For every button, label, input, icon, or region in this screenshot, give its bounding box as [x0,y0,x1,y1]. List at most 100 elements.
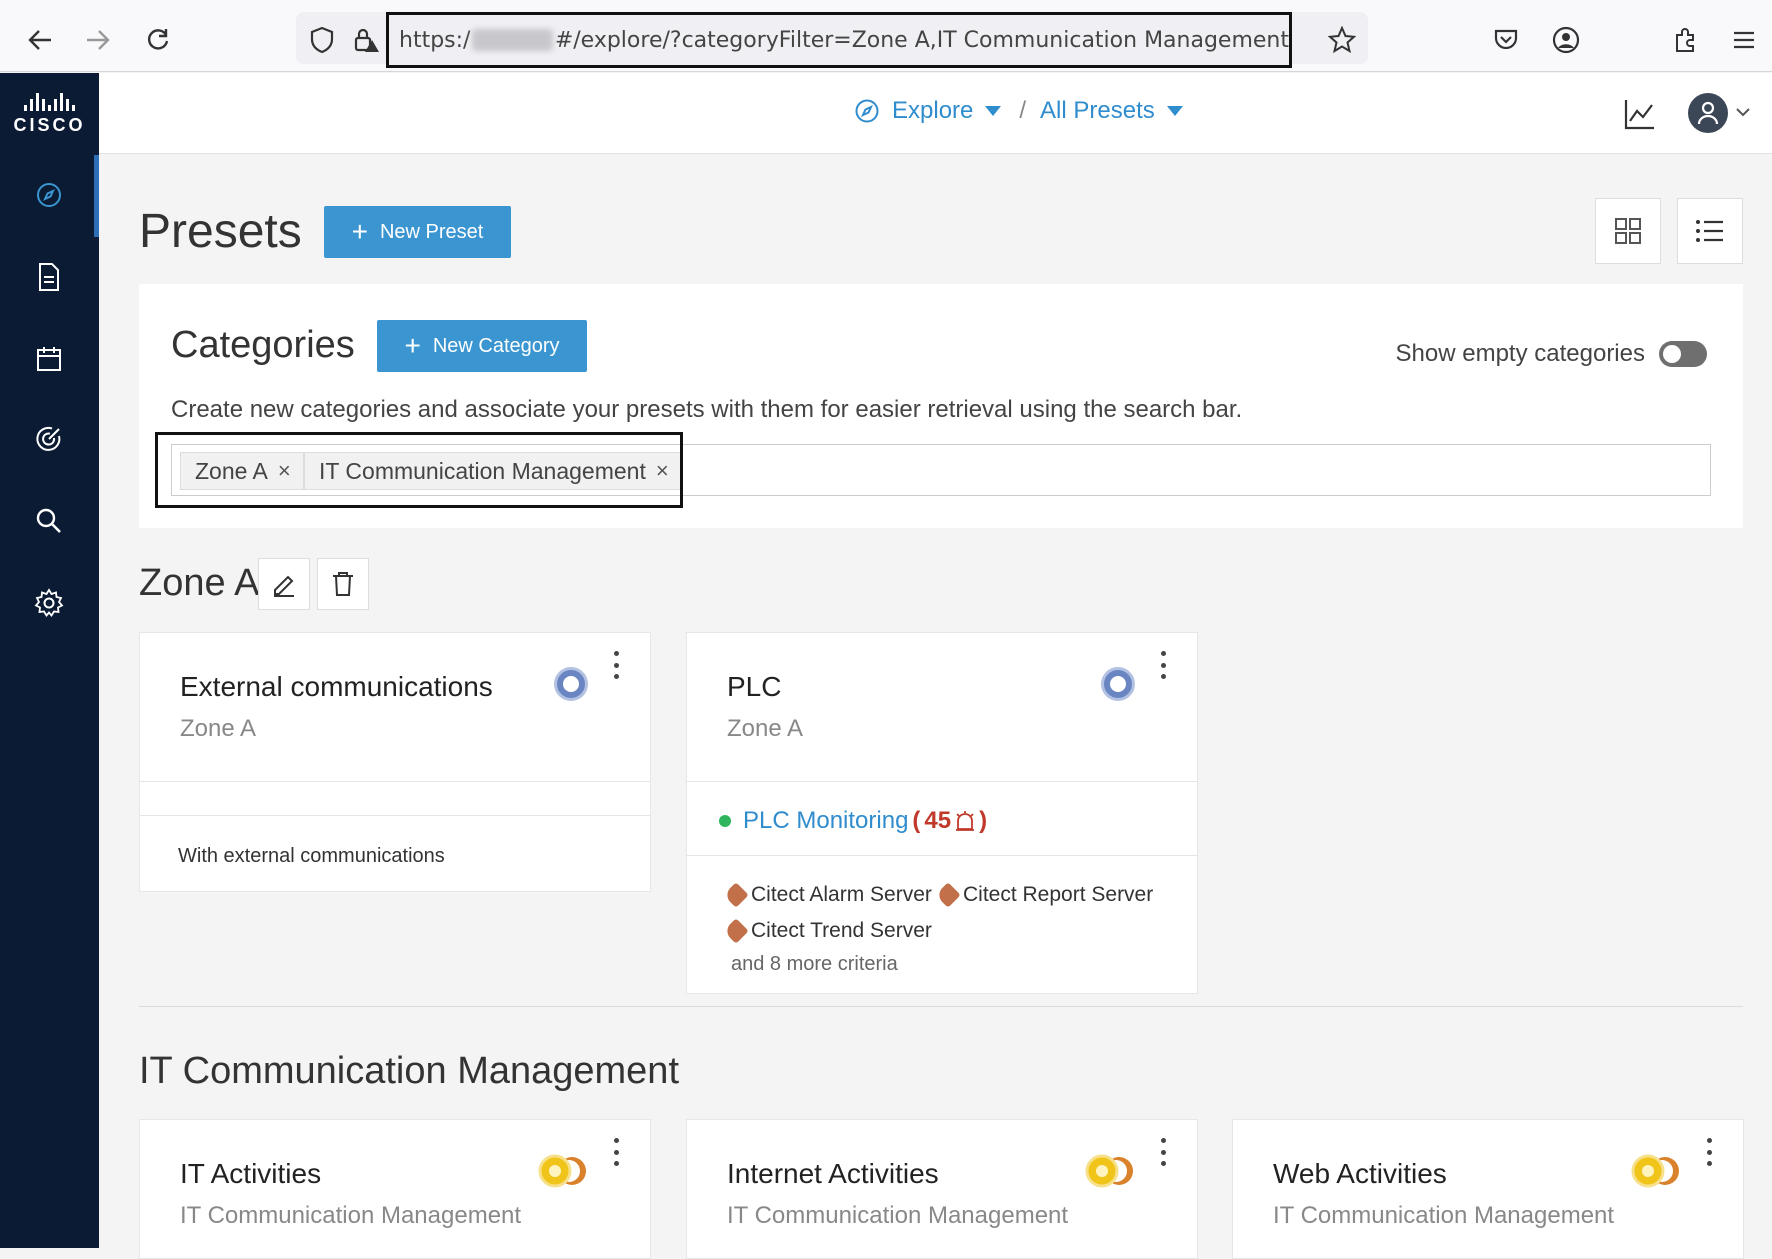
calendar-icon [37,347,61,371]
card-title: Web Activities [1273,1158,1447,1189]
gold-badge-icon [1631,1154,1679,1188]
back-icon[interactable] [20,20,60,60]
tag-icon [935,882,961,908]
user-badge-icon [554,667,588,701]
extensions-icon[interactable] [1666,20,1706,60]
tag-icon [723,918,749,944]
gold-badge-icon [538,1154,586,1188]
reload-icon[interactable] [138,20,178,60]
account-icon[interactable] [1546,20,1586,60]
card-category: IT Communication Management [180,1202,522,1229]
criteria-tag: Citect Report Server [935,882,1153,908]
preset-card-plc[interactable]: PLC Zone A PLC Monitoring ( 45 ) Citect … [686,632,1198,994]
page-title: Presets [139,205,302,258]
card-divider [140,815,650,816]
sidebar-item-reports[interactable] [25,253,73,301]
show-empty-categories: Show empty categories [1396,340,1707,368]
kebab-menu-icon[interactable] [1159,651,1167,679]
plus-icon: + [351,216,368,247]
categories-title: Categories [171,324,355,366]
section-title-zone-a: Zone A [139,562,260,604]
show-empty-label: Show empty categories [1395,340,1645,367]
card-title: PLC [727,671,782,702]
grid-icon [1615,218,1641,244]
new-preset-button[interactable]: + New Preset [324,206,511,258]
show-empty-toggle[interactable] [1659,341,1707,367]
chevron-down-icon[interactable] [1735,105,1751,123]
sidebar-item-search[interactable] [25,497,73,545]
kebab-menu-icon[interactable] [612,1138,620,1166]
section-title-it-communication: IT Communication Management [139,1050,679,1092]
breadcrumb-explore[interactable]: Explore [892,97,973,125]
tag-icon [723,882,749,908]
card-category: IT Communication Management [1273,1202,1615,1229]
preset-card-web-activities[interactable]: Web Activities IT Communication Manageme… [1232,1119,1744,1259]
kebab-menu-icon[interactable] [1705,1138,1713,1166]
alert-count: ( 45 ) [912,807,988,834]
section-divider [139,1006,1743,1007]
new-category-button[interactable]: + New Category [377,320,587,372]
url-prefix: https:/ [399,27,471,53]
browser-toolbar: https:/ #/explore/?categoryFilter=Zone A… [0,0,1772,72]
sidebar-item-explore[interactable] [25,171,73,219]
preset-card-internet-activities[interactable]: Internet Activities IT Communication Man… [686,1119,1198,1259]
user-icon [1697,101,1719,125]
sidebar-item-target[interactable] [25,415,73,463]
plus-icon: + [404,330,421,361]
preset-card-external-communications[interactable]: External communications Zone A With exte… [139,632,651,892]
gold-badge-icon [1085,1154,1133,1188]
card-divider [687,781,1197,782]
url-field[interactable]: https:/ #/explore/?categoryFilter=Zone A… [386,12,1292,68]
bookmark-star-icon[interactable] [1322,20,1362,60]
list-view-button[interactable] [1677,198,1743,264]
criteria-tag: Citect Alarm Server [723,882,932,908]
forward-icon[interactable] [78,20,118,60]
pencil-icon [274,575,294,597]
cisco-logo: CISCO [0,73,99,155]
list-icon [1696,220,1723,242]
preset-card-it-activities[interactable]: IT Activities IT Communication Managemen… [139,1119,651,1259]
pocket-icon[interactable] [1486,20,1526,60]
lock-warning-icon[interactable] [346,20,386,60]
new-preset-label: New Preset [379,220,484,243]
breadcrumb: Explore / All Presets [854,97,1183,125]
explore-dropdown-caret-icon[interactable] [985,106,1002,116]
trash-icon [333,572,353,596]
target-icon [36,426,61,451]
monitoring-link[interactable]: PLC Monitoring [743,807,908,835]
criteria-label: Citect Alarm Server [751,883,932,906]
alert-count-value: 45 [924,807,952,834]
card-category: Zone A [180,715,257,742]
sidebar-item-settings[interactable] [25,579,73,627]
sidebar-active-indicator [94,155,99,237]
card-description: With external communications [178,845,445,867]
search-icon [36,508,61,533]
status-dot [719,815,731,827]
chart-icon[interactable] [1623,97,1657,131]
delete-category-button[interactable] [317,558,369,610]
card-title: External communications [180,671,493,702]
presets-dropdown-caret-icon[interactable] [1166,106,1183,116]
kebab-menu-icon[interactable] [1159,1138,1167,1166]
compass-icon [855,99,879,123]
url-path: #/explore/?categoryFilter=Zone A,IT Comm… [554,27,1289,53]
criteria-label: Citect Trend Server [751,919,932,942]
edit-category-button[interactable] [258,558,310,610]
grid-view-button[interactable] [1595,198,1661,264]
categories-description: Create new categories and associate your… [171,396,1243,423]
sidebar: CISCO [0,73,99,1248]
card-divider [687,855,1197,856]
card-title: IT Activities [180,1158,322,1189]
user-avatar[interactable] [1688,93,1728,133]
sidebar-item-calendar[interactable] [25,335,73,383]
breadcrumb-all-presets[interactable]: All Presets [1040,97,1155,125]
kebab-menu-icon[interactable] [612,651,620,679]
document-icon [39,263,59,291]
card-category: IT Communication Management [727,1202,1069,1229]
shield-icon[interactable] [302,20,342,60]
criteria-tag: Citect Trend Server [723,918,932,944]
cisco-logo-bars [24,92,75,111]
user-badge-icon [1101,667,1135,701]
menu-icon[interactable] [1724,20,1764,60]
more-criteria: and 8 more criteria [731,953,898,975]
